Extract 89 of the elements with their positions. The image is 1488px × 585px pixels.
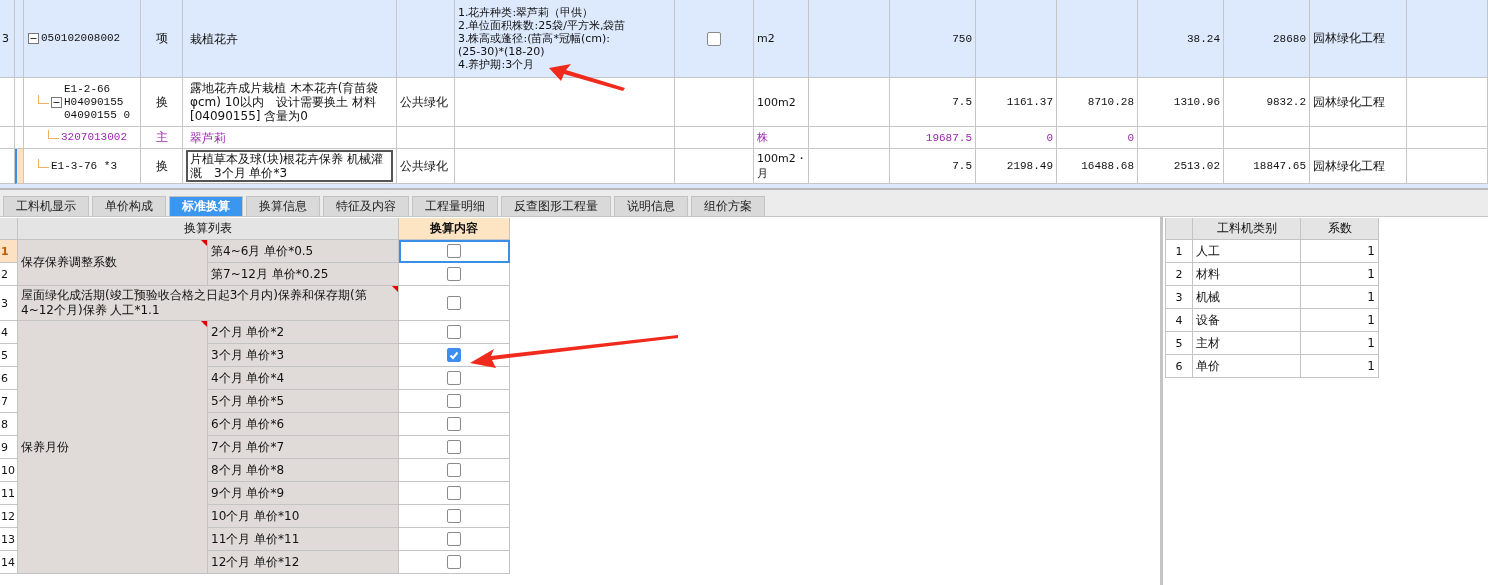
row-number: 2 — [1166, 263, 1193, 286]
table-cell: 1 — [1301, 286, 1379, 309]
checkbox[interactable] — [447, 417, 461, 431]
row-number: 12 — [0, 505, 18, 528]
checkbox[interactable] — [447, 267, 461, 281]
item-code: E1-2-66 H04090155 04090155 0 — [64, 82, 131, 122]
column-header: 系数 — [1301, 218, 1379, 240]
item-name: 翠芦莉 — [189, 129, 227, 147]
checkbox[interactable] — [447, 296, 461, 310]
checkbox[interactable] — [447, 463, 461, 477]
row-number: 3 — [0, 286, 18, 321]
conversion-item: 11个月 单价*11 — [208, 528, 399, 551]
tab[interactable]: 工料机显示 — [3, 196, 89, 216]
tab[interactable]: 反查图形工程量 — [501, 196, 611, 216]
checkbox[interactable] — [447, 325, 461, 339]
conversion-item: 10个月 单价*10 — [208, 505, 399, 528]
conversion-group: 保养月份 — [18, 321, 208, 574]
conversion-item: 9个月 单价*9 — [208, 482, 399, 505]
table-cell: 机械 — [1193, 286, 1301, 309]
conversion-item: 第4~6月 单价*0.5 — [208, 240, 399, 263]
tab[interactable]: 组价方案 — [691, 196, 765, 216]
tree-connector — [38, 94, 49, 104]
table-cell: 单价 — [1193, 355, 1301, 378]
row-number: 5 — [1166, 332, 1193, 355]
conversion-item: 2个月 单价*2 — [208, 321, 399, 344]
row-number: 3 — [1166, 286, 1193, 309]
conversion-item: 8个月 单价*8 — [208, 459, 399, 482]
table-cell: 1 — [1301, 240, 1379, 263]
conversion-item: 4个月 单价*4 — [208, 367, 399, 390]
item-name: 栽植花卉 — [189, 30, 239, 48]
checkbox[interactable] — [447, 555, 461, 569]
item-code: 3207013002 — [61, 131, 127, 144]
checkbox[interactable] — [447, 486, 461, 500]
conversion-item: 12个月 单价*12 — [208, 551, 399, 574]
tab[interactable]: 说明信息 — [614, 196, 688, 216]
row-number: 6 — [1166, 355, 1193, 378]
column-header: 工料机类别 — [1193, 218, 1301, 240]
item-name: 片植草本及球(块)根花卉保养 机械灌溉 3个月 单价*3 — [186, 150, 393, 182]
collapse-icon[interactable] — [51, 96, 62, 108]
collapse-icon[interactable] — [28, 33, 39, 44]
tree-connector — [38, 158, 49, 168]
tab[interactable]: 换算信息 — [246, 196, 320, 216]
row-number: 9 — [0, 436, 18, 459]
column-header: 换算内容 — [399, 218, 510, 240]
item-name: 露地花卉成片栽植 木本花卉(育苗袋φcm) 10以内 设计需要换土 材料[04090155] 含量为0 — [189, 80, 380, 125]
row-number: 7 — [0, 390, 18, 413]
checkbox[interactable] — [447, 244, 461, 258]
conversion-item: 7个月 单价*7 — [208, 436, 399, 459]
table-cell: 1 — [1301, 263, 1379, 286]
column-header: 换算列表 — [18, 218, 399, 240]
conversion-item: 5个月 单价*5 — [208, 390, 399, 413]
item-code: 050102008002 — [41, 32, 121, 45]
conversion-item: 3个月 单价*3 — [208, 344, 399, 367]
checkbox[interactable] — [447, 394, 461, 408]
checkbox[interactable] — [707, 31, 721, 46]
checkbox[interactable] — [447, 509, 461, 523]
row-number: 5 — [0, 344, 18, 367]
row-number: 4 — [1166, 309, 1193, 332]
table-cell: 主材 — [1193, 332, 1301, 355]
row-number: 2 — [0, 263, 18, 286]
item-code: E1-3-76 *3 — [51, 159, 117, 173]
checkbox[interactable] — [447, 371, 461, 385]
tab[interactable]: 工程量明细 — [412, 196, 498, 216]
conversion-item: 第7~12月 单价*0.25 — [208, 263, 399, 286]
checkbox[interactable] — [447, 532, 461, 546]
table-cell: 人工 — [1193, 240, 1301, 263]
row-number: 11 — [0, 482, 18, 505]
row-number: 1 — [0, 240, 18, 263]
tree-connector — [48, 130, 59, 139]
row-number: 4 — [0, 321, 18, 344]
table-cell: 1 — [1301, 309, 1379, 332]
row-number: 10 — [0, 459, 18, 482]
row-number: 1 — [1166, 240, 1193, 263]
conversion-group: 屋面绿化成活期(竣工预验收合格之日起3个月内)保养和保存期(第4~12个月)保养 人工*1.1 — [18, 286, 399, 321]
checkbox[interactable] — [447, 440, 461, 454]
conversion-group: 保存保养调整系数 — [18, 240, 208, 286]
tab[interactable]: 特征及内容 — [323, 196, 409, 216]
row-indicator[interactable] — [15, 149, 24, 184]
row-number: 6 — [0, 367, 18, 390]
table-cell: 1 — [1301, 332, 1379, 355]
row-number: 8 — [0, 413, 18, 436]
tab[interactable]: 单价构成 — [92, 196, 166, 216]
table-cell: 设备 — [1193, 309, 1301, 332]
table-cell: 1 — [1301, 355, 1379, 378]
row-number: 13 — [0, 528, 18, 551]
conversion-item: 6个月 单价*6 — [208, 413, 399, 436]
table-cell: 材料 — [1193, 263, 1301, 286]
checkbox[interactable] — [447, 348, 461, 362]
row-number: 14 — [0, 551, 18, 574]
